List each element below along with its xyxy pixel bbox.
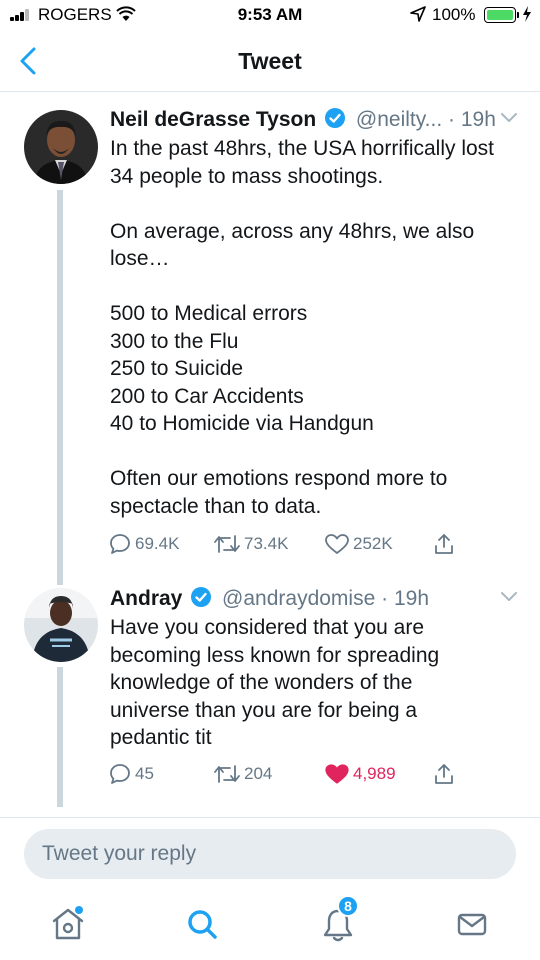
user-handle[interactable]: @andraydomise [222,587,375,610]
tweet-header: Neil deGrasse Tyson @neilty... · 19h [110,107,496,132]
tweet-actions: 45 204 4,989 [108,762,468,790]
chevron-down-icon[interactable] [500,112,518,124]
nav-header: Tweet [0,30,540,92]
retweet-icon [214,535,240,553]
tweet-line: 250 to Suicide [110,357,244,380]
tweet-text: Have you considered that you are becomin… [110,614,460,752]
reply-count: 45 [135,764,154,783]
user-handle[interactable]: @neilty... [356,108,442,131]
heart-icon [325,534,349,554]
reply-input[interactable] [24,829,516,879]
battery-percent: 100% [432,5,476,24]
thread-line [57,190,63,585]
tweet-reply[interactable]: Andray @andraydomise · 19h Have you cons… [0,585,540,817]
separator-dot: · [448,108,456,131]
notification-badge: 8 [337,895,359,917]
retweet-count: 73.4K [244,534,289,553]
divider [0,817,540,818]
reply-icon [110,534,130,554]
share-button[interactable] [432,762,456,786]
like-count: 4,989 [353,764,396,783]
tweet-text: In the past 48hrs, the USA horrifically … [110,135,520,520]
thread-line [57,667,63,807]
retweet-button[interactable]: 73.4K [213,532,288,556]
charging-bolt-icon [523,6,531,22]
tab-bar: 8 [0,890,540,960]
tweet-line: Have you considered that you are becomin… [110,616,440,749]
like-button[interactable]: 252K [324,532,393,556]
heart-filled-icon [325,764,349,784]
status-bar: ROGERS 9:53 AM 100% [0,0,540,30]
tweet-line: 500 to Medical errors [110,302,308,325]
reply-button[interactable]: 69.4K [108,532,179,556]
retweet-icon [214,765,240,783]
avatar[interactable] [24,588,98,662]
reply-button[interactable]: 45 [108,762,154,786]
tab-home[interactable] [48,904,88,944]
separator-dot: · [381,587,389,610]
like-count: 252K [353,534,393,553]
share-icon [435,764,453,784]
tab-notifications[interactable]: 8 [318,895,359,944]
like-button[interactable]: 4,989 [324,762,396,786]
reply-icon [110,764,130,784]
display-name[interactable]: Neil deGrasse Tyson [110,108,316,131]
page-title: Tweet [238,48,302,74]
share-button[interactable] [432,532,456,556]
battery-icon [484,7,516,23]
tweet-line: 200 to Car Accidents [110,384,304,408]
messages-icon [457,913,487,936]
tweet-line: In the past 48hrs, the USA horrifically … [110,137,495,188]
timestamp: 19h [393,587,430,610]
avatar[interactable] [24,110,98,184]
tweet-actions: 69.4K 73.4K 252K [108,532,468,560]
search-icon [188,910,217,939]
retweet-button[interactable]: 204 [213,762,272,786]
tweet-line: On average, across any 48hrs, we also lo… [110,219,475,271]
tweet-main[interactable]: Neil deGrasse Tyson @neilty... · 19h In … [0,92,540,585]
verified-badge-icon [325,108,346,128]
chevron-down-icon[interactable] [500,591,518,603]
display-name[interactable]: Andray [110,587,182,610]
tweet-line: 300 to the Flu [110,329,239,353]
unread-dot [75,906,83,914]
reply-count: 69.4K [135,534,180,553]
location-arrow-icon [410,6,426,22]
tweet-header: Andray @andraydomise · 19h [110,586,429,611]
battery-tip [517,12,519,18]
share-icon [435,534,453,554]
retweet-count: 204 [244,764,273,783]
verified-badge-icon [191,587,212,607]
tab-search[interactable] [182,904,222,944]
tweet-line: 40 to Homicide via Handgun [110,412,374,435]
tweet-line: Often our emotions respond more to spect… [110,467,448,518]
timestamp: 19h [460,108,496,131]
tab-messages[interactable] [452,904,492,944]
